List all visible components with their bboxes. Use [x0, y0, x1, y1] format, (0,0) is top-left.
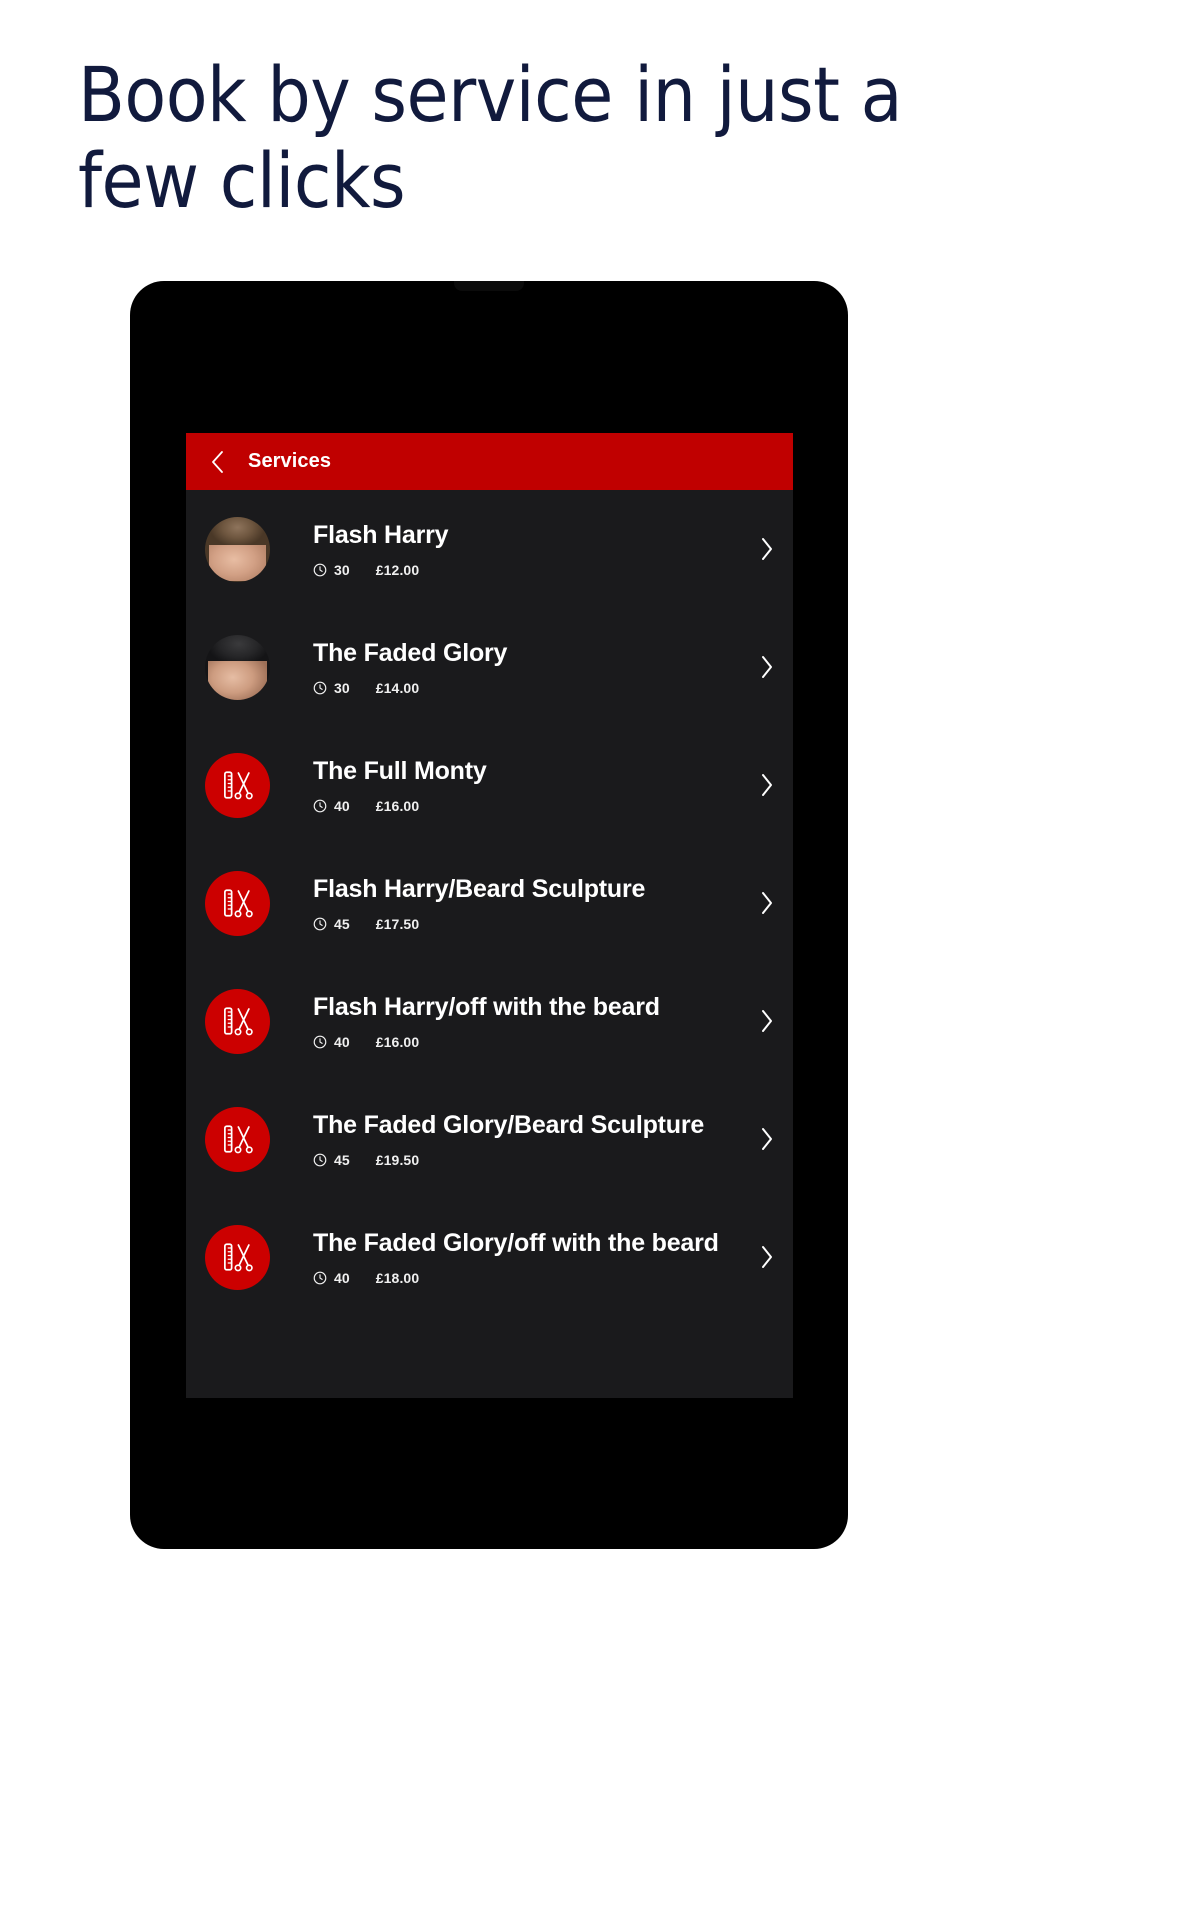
device-notch	[454, 281, 524, 291]
service-list: Flash Harry 30 £12.00 The Faded Glory 30…	[186, 490, 793, 1316]
service-meta: 30 £12.00	[313, 562, 731, 578]
service-row-body: The Faded Glory/off with the beard 40 £1…	[270, 1228, 741, 1286]
service-row-chevron[interactable]	[741, 773, 793, 797]
clock-icon	[313, 917, 327, 931]
service-name: The Faded Glory/off with the beard	[313, 1229, 719, 1257]
app-screen: Services Flash Harry 30 £12.00 The Faded…	[186, 433, 793, 1398]
service-duration: 40	[334, 1270, 350, 1286]
service-price: £19.50	[375, 1152, 420, 1168]
app-header-bar: Services	[186, 433, 793, 490]
service-row-body: Flash Harry/off with the beard 40 £16.00	[270, 992, 741, 1050]
chevron-right-icon	[760, 891, 774, 915]
service-meta: 40 £16.00	[313, 1034, 731, 1050]
service-row-body: Flash Harry/Beard Sculpture 45 £17.50	[270, 874, 741, 932]
service-row[interactable]: The Faded Glory 30 £14.00	[186, 608, 793, 726]
service-row[interactable]: Flash Harry/Beard Sculpture 45 £17.50	[186, 844, 793, 962]
clock-icon	[313, 1035, 327, 1049]
service-price: £18.00	[375, 1270, 420, 1286]
service-row-chevron[interactable]	[741, 537, 793, 561]
service-name: Flash Harry/Beard Sculpture	[313, 875, 646, 903]
service-row-chevron[interactable]	[741, 1009, 793, 1033]
chevron-right-icon	[760, 537, 774, 561]
service-row-body: Flash Harry 30 £12.00	[270, 520, 741, 578]
service-duration: 45	[334, 1152, 350, 1168]
service-row[interactable]: The Full Monty 40 £16.00	[186, 726, 793, 844]
service-meta: 30 £14.00	[313, 680, 731, 696]
service-price: £16.00	[375, 798, 420, 814]
chevron-right-icon	[760, 1009, 774, 1033]
service-price: £12.00	[375, 562, 420, 578]
service-duration: 30	[334, 562, 350, 578]
service-price: £14.00	[375, 680, 420, 696]
comb-scissors-icon	[205, 1224, 270, 1290]
page-title: Services	[248, 450, 332, 472]
comb-scissors-icon	[205, 1106, 270, 1172]
service-duration: 40	[334, 1034, 350, 1050]
clock-icon	[313, 681, 327, 695]
chevron-right-icon	[760, 655, 774, 679]
service-row-chevron[interactable]	[741, 891, 793, 915]
clock-icon	[313, 1271, 327, 1285]
comb-scissors-icon	[205, 870, 270, 936]
tablet-device-frame: Services Flash Harry 30 £12.00 The Faded…	[130, 281, 848, 1549]
haircut-photo-2	[205, 634, 270, 700]
service-row-body: The Full Monty 40 £16.00	[270, 756, 741, 814]
clock-icon	[313, 563, 327, 577]
service-name: The Faded Glory	[313, 639, 508, 667]
service-name: Flash Harry	[313, 521, 449, 549]
service-name: Flash Harry/off with the beard	[313, 993, 660, 1021]
service-duration: 30	[334, 680, 350, 696]
service-row-chevron[interactable]	[741, 655, 793, 679]
chevron-right-icon	[760, 1127, 774, 1151]
clock-icon	[313, 1153, 327, 1167]
chevron-left-icon	[211, 450, 224, 473]
comb-scissors-icon	[205, 988, 270, 1054]
page-headline: Book by service in just a few clicks	[78, 50, 902, 225]
service-meta: 45 £17.50	[313, 916, 731, 932]
service-name: The Faded Glory/Beard Sculpture	[313, 1111, 705, 1139]
service-duration: 40	[334, 798, 350, 814]
service-name: The Full Monty	[313, 757, 487, 785]
clock-icon	[313, 799, 327, 813]
service-row-chevron[interactable]	[741, 1127, 793, 1151]
service-meta: 40 £16.00	[313, 798, 731, 814]
service-meta: 45 £19.50	[313, 1152, 731, 1168]
service-price: £17.50	[375, 916, 420, 932]
haircut-photo-1	[205, 516, 270, 582]
chevron-right-icon	[760, 1245, 774, 1269]
service-row-body: The Faded Glory 30 £14.00	[270, 638, 741, 696]
service-row-body: The Faded Glory/Beard Sculpture 45 £19.5…	[270, 1110, 741, 1168]
service-meta: 40 £18.00	[313, 1270, 731, 1286]
service-row[interactable]: The Faded Glory/off with the beard 40 £1…	[186, 1198, 793, 1316]
service-row[interactable]: Flash Harry 30 £12.00	[186, 490, 793, 608]
comb-scissors-icon	[205, 752, 270, 818]
service-duration: 45	[334, 916, 350, 932]
chevron-right-icon	[760, 773, 774, 797]
service-row-chevron[interactable]	[741, 1245, 793, 1269]
service-row[interactable]: The Faded Glory/Beard Sculpture 45 £19.5…	[186, 1080, 793, 1198]
back-button[interactable]	[204, 446, 230, 478]
service-row[interactable]: Flash Harry/off with the beard 40 £16.00	[186, 962, 793, 1080]
service-price: £16.00	[375, 1034, 420, 1050]
